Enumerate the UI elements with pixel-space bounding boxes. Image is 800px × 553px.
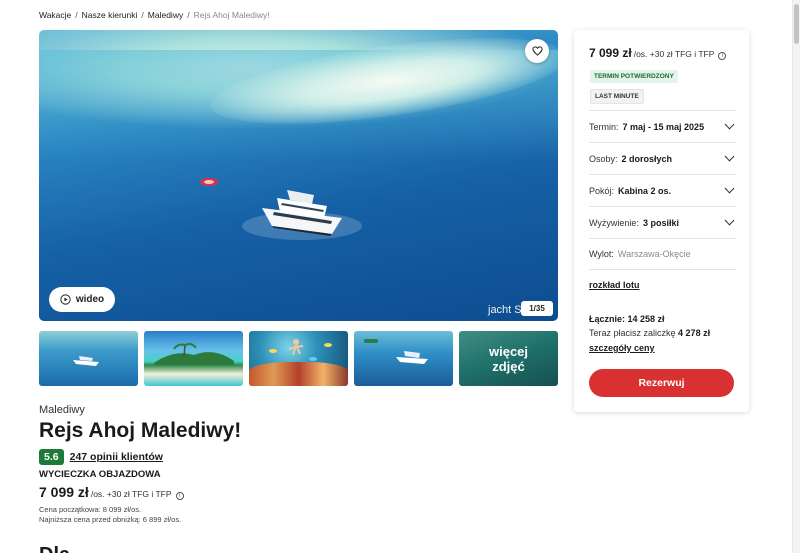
price-row: 7 099 zł /os. +30 zł TFG i TFP i <box>39 484 184 500</box>
flight-value: Warszawa-Okęcie <box>617 249 691 259</box>
breadcrumb-item[interactable]: Nasze kierunki <box>82 10 138 20</box>
board-label: Wyżywienie: <box>589 217 639 228</box>
main-gallery-photo[interactable]: wideo jacht S 1/35 <box>39 30 558 321</box>
rating-badge: 5.6 <box>39 449 64 465</box>
play-circle-icon <box>60 294 71 305</box>
deposit-label: Teraz płacisz zaliczkę <box>589 328 676 338</box>
video-label: wideo <box>75 294 105 305</box>
scrollbar-thumb[interactable] <box>794 4 799 44</box>
date-selector[interactable]: Termin: 7 maj - 15 maj 2025 <box>589 110 736 142</box>
room-selector[interactable]: Pokój: Kabina 2 os. <box>589 174 736 206</box>
confirmed-date-badge: TERMIN POTWIERDZONY <box>590 70 678 83</box>
flight-field-text: Wylot: Warszawa-Okęcie <box>589 249 691 259</box>
board-selector[interactable]: Wyżywienie: 3 posiłki <box>589 206 736 238</box>
thumbnail-strip: więcej zdjęć <box>39 331 558 386</box>
more-photos-button[interactable]: więcej zdjęć <box>459 331 558 386</box>
fish-illustration <box>309 357 317 361</box>
chevron-down-icon <box>724 151 735 162</box>
people-value: 2 dorosłych <box>621 153 673 164</box>
breadcrumb-separator: / <box>141 10 144 20</box>
fish-illustration <box>324 343 332 347</box>
booking-panel: 7 099 zł /os. +30 zł TFG i TFP i TERMIN … <box>574 30 749 412</box>
video-button[interactable]: wideo <box>49 287 115 312</box>
thumbnail-3[interactable] <box>249 331 348 386</box>
flight-schedule-link[interactable]: rozkład lotu <box>589 280 640 290</box>
info-icon[interactable]: i <box>718 52 727 60</box>
date-label: Termin: <box>589 121 619 132</box>
island-illustration <box>364 339 378 343</box>
tender-boat <box>200 178 218 186</box>
lowest-price-note: Najniższa cena przed obniżką: 6 899 zł/o… <box>39 515 182 524</box>
breadcrumb-item[interactable]: Malediwy <box>148 10 183 20</box>
people-label: Osoby: <box>589 153 618 164</box>
yacht-illustration <box>242 190 362 240</box>
flight-label: Wylot: <box>589 249 614 259</box>
reviews-link[interactable]: 247 opinii klientów <box>70 451 163 463</box>
board-value: 3 posiłki <box>642 217 679 228</box>
initial-price-note: Cena początkowa: 8 099 zł/os. <box>39 505 142 514</box>
price-details-link[interactable]: szczegóły ceny <box>589 343 655 353</box>
breadcrumb-item[interactable]: Wakacje <box>39 10 71 20</box>
people-field-text: Osoby: 2 dorosłych <box>589 154 672 164</box>
next-section-heading: Dla <box>39 544 70 553</box>
booking-price-suffix: /os. +30 zł TFG i TFP <box>633 49 715 59</box>
destination-label: Malediwy <box>39 404 85 416</box>
booking-price-row: 7 099 zł /os. +30 zł TFG i TFP i <box>589 46 727 60</box>
breadcrumb-current: Rejs Ahoj Malediwy! <box>193 10 270 20</box>
heart-icon <box>531 46 543 56</box>
yacht-thumb-illustration <box>73 356 99 366</box>
deposit-info: Teraz płacisz zaliczkę 4 278 zł <box>589 328 710 338</box>
page-title: Rejs Ahoj Malediwy! <box>39 419 242 442</box>
last-minute-badge: LAST MINUTE <box>590 89 644 104</box>
board-field-text: Wyżywienie: 3 posiłki <box>589 218 679 228</box>
reef-illustration <box>249 362 348 386</box>
yacht-thumb-illustration <box>396 351 428 364</box>
date-value: 7 maj - 15 maj 2025 <box>622 121 705 132</box>
room-field-text: Pokój: Kabina 2 os. <box>589 186 671 196</box>
thumbnail-2[interactable] <box>144 331 243 386</box>
rating-row: 5.6 247 opinii klientów <box>39 449 163 465</box>
booking-price-amount: 7 099 zł <box>589 46 632 60</box>
trip-type-label: WYCIECZKA OBJAZDOWA <box>39 469 161 480</box>
chevron-down-icon <box>724 119 735 130</box>
snorkeler-illustration <box>288 339 304 356</box>
chevron-down-icon <box>724 183 735 194</box>
page-scrollbar[interactable] <box>792 0 800 553</box>
favorite-button[interactable] <box>525 39 549 63</box>
room-label: Pokój: <box>589 185 615 196</box>
people-selector[interactable]: Osoby: 2 dorosłych <box>589 142 736 174</box>
info-icon[interactable]: i <box>175 492 184 500</box>
flight-field: Wylot: Warszawa-Okęcie <box>589 238 736 270</box>
chevron-down-icon <box>724 215 735 226</box>
more-photos-label: więcej zdjęć <box>488 343 529 374</box>
fish-illustration <box>269 349 277 353</box>
date-field-text: Termin: 7 maj - 15 maj 2025 <box>589 122 704 132</box>
thumbnail-4[interactable] <box>354 331 453 386</box>
palm-island-illustration <box>154 343 234 365</box>
breadcrumb: Wakacje / Nasze kierunki / Malediwy / Re… <box>39 10 270 20</box>
room-value: Kabina 2 os. <box>618 185 672 196</box>
book-button[interactable]: Rezerwuj <box>589 369 734 397</box>
photo-watermark: jacht S <box>488 304 522 316</box>
breadcrumb-separator: / <box>75 10 78 20</box>
photo-counter: 1/35 <box>521 301 553 316</box>
thumbnail-1[interactable] <box>39 331 138 386</box>
price-amount: 7 099 zł <box>39 484 89 500</box>
total-price: Łącznie: 14 258 zł <box>589 314 665 324</box>
breadcrumb-separator: / <box>187 10 190 20</box>
deposit-value: 4 278 zł <box>678 328 711 338</box>
price-suffix: /os. +30 zł TFG i TFP <box>90 489 172 499</box>
